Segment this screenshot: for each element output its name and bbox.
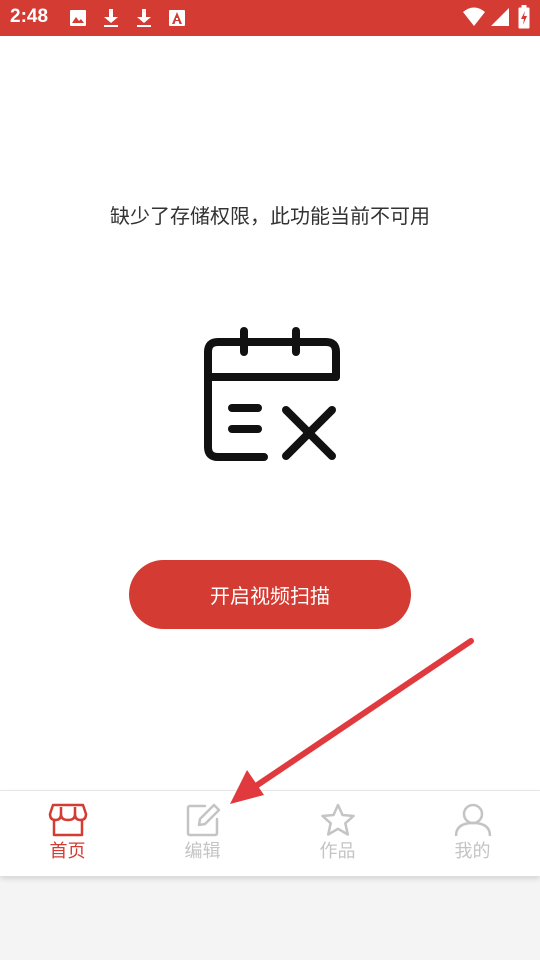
image-icon [70, 10, 86, 26]
download-icon [137, 9, 151, 27]
tab-home-label: 首页 [49, 841, 86, 862]
user-icon [454, 803, 491, 837]
tab-mine[interactable]: 我的 [405, 791, 540, 876]
permission-message: 缺少了存储权限，此功能当前不可用 [110, 204, 430, 228]
tab-edit-label: 编辑 [184, 841, 221, 862]
battery-charging-icon [518, 5, 530, 29]
store-icon [48, 803, 87, 837]
download-icon [104, 9, 118, 27]
text-a-icon [169, 10, 185, 26]
calendar-x-icon [204, 327, 340, 461]
tab-works[interactable]: 作品 [270, 791, 405, 876]
star-icon [320, 803, 355, 836]
edit-icon [186, 803, 220, 837]
wifi-icon [463, 7, 485, 26]
main-content: 缺少了存储权限，此功能当前不可用 开启视频扫描 [0, 36, 540, 790]
tab-works-label: 作品 [319, 841, 356, 862]
tab-mine-label: 我的 [454, 841, 491, 862]
status-bar: 2:48 [0, 0, 540, 36]
tab-edit[interactable]: 编辑 [135, 791, 270, 876]
enable-video-scan-button[interactable]: 开启视频扫描 [129, 560, 411, 629]
tab-home[interactable]: 首页 [0, 791, 135, 876]
signal-icon [491, 8, 509, 26]
status-time: 2:48 [10, 6, 49, 27]
bottom-tab-bar: 首页 编辑 作品 我的 [0, 790, 540, 876]
